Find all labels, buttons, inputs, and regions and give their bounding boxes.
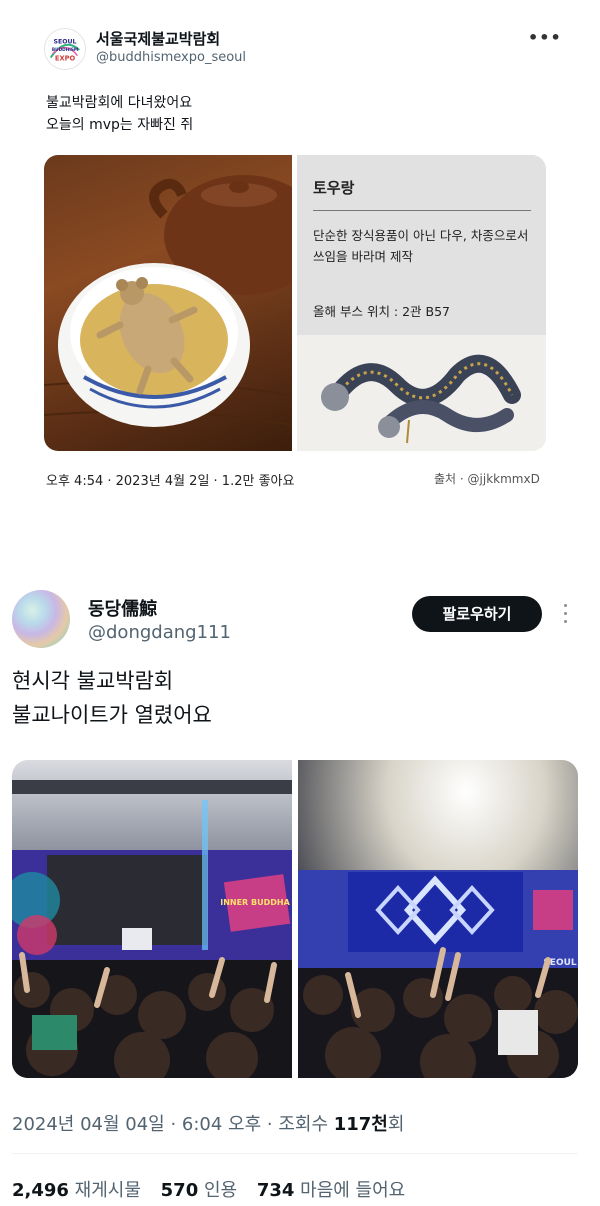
likes-label: 마음에 들어요 (300, 1180, 406, 1201)
teacup-photo-art (44, 175, 324, 427)
dragon-photo-art (321, 354, 521, 444)
display-name[interactable]: 동당儒鯨 (88, 595, 157, 621)
logo-line-2: BUDDHISM (52, 47, 78, 53)
divider (12, 1153, 578, 1154)
tweet-text: 불교박람회에 다녀왔어요 오늘의 mvp는 자빠진 쥐 (46, 92, 193, 136)
more-dots-icon[interactable]: ••• (528, 28, 562, 47)
tweet-timestamp: 2024년 04월 04일 · 6:04 오후 · 조회수 117천회 (12, 1110, 404, 1136)
concert-photo-2[interactable]: SEOUL (298, 760, 578, 1078)
teacup-mouse-photo[interactable] (44, 155, 324, 451)
logo-line-1: SEOUL (54, 38, 77, 45)
more-vertical-icon[interactable] (564, 604, 568, 624)
tweet-meta: 오후 4:54 · 2023년 4월 2일 · 1.2만 좋아요 (46, 474, 295, 489)
avatar[interactable] (12, 590, 70, 648)
views-count: 117천 (333, 1114, 388, 1135)
tweet-text-line: 현시각 불교박람회 (12, 669, 174, 693)
retweets-stat[interactable]: 2,496 재게시물 (12, 1180, 141, 1201)
account-handle[interactable]: @dongdang111 (88, 622, 231, 643)
account-handle[interactable]: @buddhismexpo_seoul (96, 50, 246, 65)
timestamp-text: 2024년 04월 04일 · 6:04 오후 · 조회수 (12, 1114, 334, 1135)
likes-stat[interactable]: 734 마음에 들어요 (257, 1180, 405, 1201)
divider (313, 210, 531, 211)
stage-sign-text: INNER BUDDHA (220, 898, 290, 907)
tweet-text-line: 불교나이트가 열렸어요 (12, 703, 212, 727)
divider (0, 510, 600, 570)
product-card[interactable]: 토우랑 단순한 장식용품이 아닌 다우, 차종으로서 쓰임을 바라며 제작 올해… (297, 155, 546, 451)
tweet-stats: 2,496 재게시물 570 인용 734 마음에 들어요 (12, 1176, 419, 1202)
concert-photo-1[interactable]: INNER BUDDHA (12, 760, 292, 1078)
quotes-count: 570 (160, 1180, 199, 1201)
concert-photo-art: SEOUL (298, 760, 578, 1078)
tweet-media[interactable]: 토우랑 단순한 장식용품이 아닌 다우, 차종으로서 쓰임을 바라며 제작 올해… (44, 155, 546, 451)
account-name[interactable]: 서울국제불교박람회 (96, 28, 220, 49)
avatar[interactable]: SEOUL BUDDHISM EXPO (44, 28, 86, 70)
tweet-1: SEOUL BUDDHISM EXPO 서울국제불교박람회 @buddhisme… (0, 0, 600, 510)
dragon-figure-photo (297, 335, 546, 451)
tweet-text-line: 불교박람회에 다녀왔어요 (46, 95, 193, 111)
follow-button[interactable]: 팔로우하기 (412, 596, 542, 632)
retweets-label: 재게시물 (74, 1180, 141, 1201)
card-description: 단순한 장식용품이 아닌 다우, 차종으로서 쓰임을 바라며 제작 (313, 228, 529, 264)
tweet-text: 현시각 불교박람회 불교나이트가 열렸어요 (12, 664, 212, 732)
tweet-media[interactable]: INNER BUDDHA SEOUL (12, 760, 578, 1078)
card-booth-location: 올해 부스 위치 : 2관 B57 (313, 304, 451, 319)
retweets-count: 2,496 (12, 1180, 69, 1201)
likes-count: 734 (256, 1180, 295, 1201)
expo-logo-icon: SEOUL BUDDHISM EXPO (45, 29, 85, 69)
source-credit[interactable]: 출처 · @jjkkmmxD (434, 470, 540, 487)
tweet-text-line: 오늘의 mvp는 자빠진 쥐 (46, 117, 194, 133)
quotes-stat[interactable]: 570 인용 (161, 1180, 237, 1201)
views-suffix: 회 (387, 1114, 405, 1135)
quotes-label: 인용 (203, 1180, 238, 1201)
card-title: 토우랑 (313, 179, 355, 197)
logo-line-3: EXPO (55, 54, 76, 62)
concert-photo-art: INNER BUDDHA (12, 760, 292, 1078)
